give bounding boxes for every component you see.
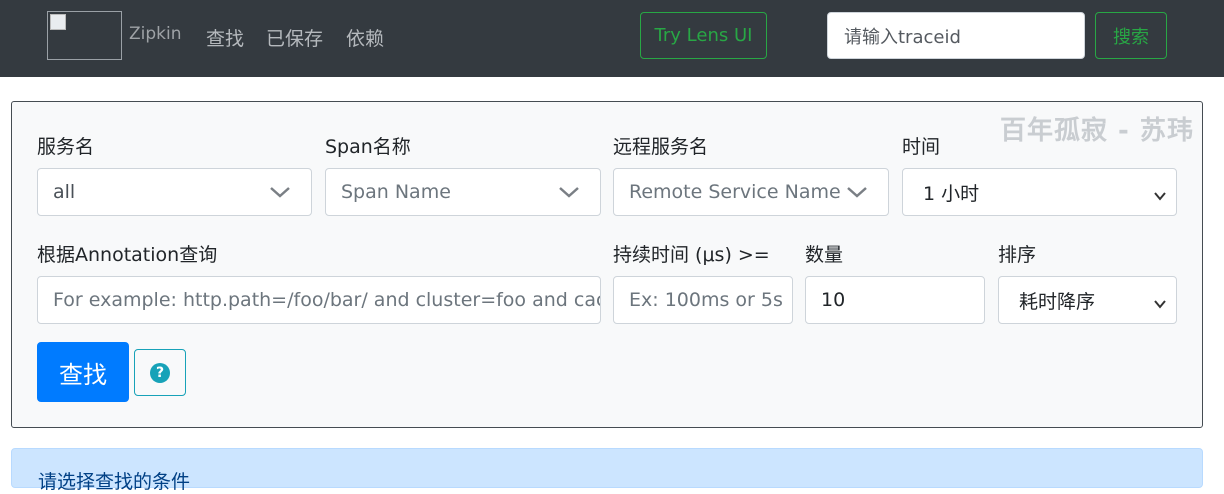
span-name-select[interactable]: Span Name	[325, 168, 601, 216]
question-circle-icon: ?	[150, 362, 170, 383]
limit-input[interactable]: 10	[805, 276, 985, 324]
annotation-query-input[interactable]: For example: http.path=/foo/bar/ and clu…	[37, 276, 601, 324]
remote-service-select[interactable]: Remote Service Name	[613, 168, 889, 216]
annotation-query-label: 根据Annotation查询	[37, 244, 218, 266]
search-button[interactable]: 搜索	[1095, 12, 1167, 59]
find-button[interactable]: 查找	[37, 342, 129, 402]
watermark: 百年孤寂 - 苏玮	[1000, 116, 1194, 146]
info-alert: 请选择查找的条件	[11, 448, 1203, 493]
sort-order-select[interactable]: 耗时降序	[998, 276, 1177, 324]
limit-value: 10	[821, 289, 846, 311]
brand-name[interactable]: Zipkin	[129, 24, 182, 44]
try-lens-ui-button[interactable]: Try Lens UI	[640, 12, 767, 59]
nav-link-find[interactable]: 查找	[206, 24, 244, 51]
alert-text: 请选择查找的条件	[38, 471, 191, 493]
caret-down-icon	[1154, 294, 1166, 309]
traceid-input[interactable]: 请输入traceid	[827, 12, 1085, 59]
duration-input[interactable]: Ex: 100ms or 5s	[613, 276, 793, 324]
chevron-down-icon	[558, 182, 580, 202]
annotation-query-placeholder: For example: http.path=/foo/bar/ and clu…	[53, 289, 600, 311]
help-button[interactable]: ?	[134, 349, 186, 396]
caret-down-icon	[1154, 186, 1166, 201]
chevron-down-icon	[269, 182, 291, 202]
remote-service-label: 远程服务名	[613, 136, 709, 158]
service-name-label: 服务名	[37, 136, 95, 158]
duration-placeholder: Ex: 100ms or 5s	[629, 289, 783, 311]
time-range-select[interactable]: 1 小时	[902, 168, 1177, 216]
service-name-select[interactable]: all	[37, 168, 312, 216]
time-range-value: 1 小时	[923, 182, 980, 205]
sort-label: 排序	[998, 244, 1037, 266]
nav-link-saved[interactable]: 已保存	[266, 24, 323, 51]
nav-link-dependencies[interactable]: 依赖	[346, 24, 384, 51]
traceid-placeholder: 请输入traceid	[844, 26, 961, 48]
span-name-placeholder: Span Name	[341, 181, 451, 203]
chevron-down-icon	[846, 182, 868, 202]
sort-order-value: 耗时降序	[1019, 290, 1096, 313]
service-name-value: all	[53, 181, 76, 203]
navbar: Zipkin 查找 已保存 依赖 Try Lens UI 请输入traceid …	[0, 0, 1224, 77]
logo-image[interactable]	[47, 11, 122, 60]
duration-label: 持续时间 (μs) >=	[613, 244, 770, 266]
broken-image-icon	[50, 14, 66, 30]
remote-service-placeholder: Remote Service Name	[629, 181, 841, 203]
limit-label: 数量	[805, 244, 844, 266]
span-name-label: Span名称	[325, 136, 411, 158]
time-label: 时间	[902, 136, 941, 158]
